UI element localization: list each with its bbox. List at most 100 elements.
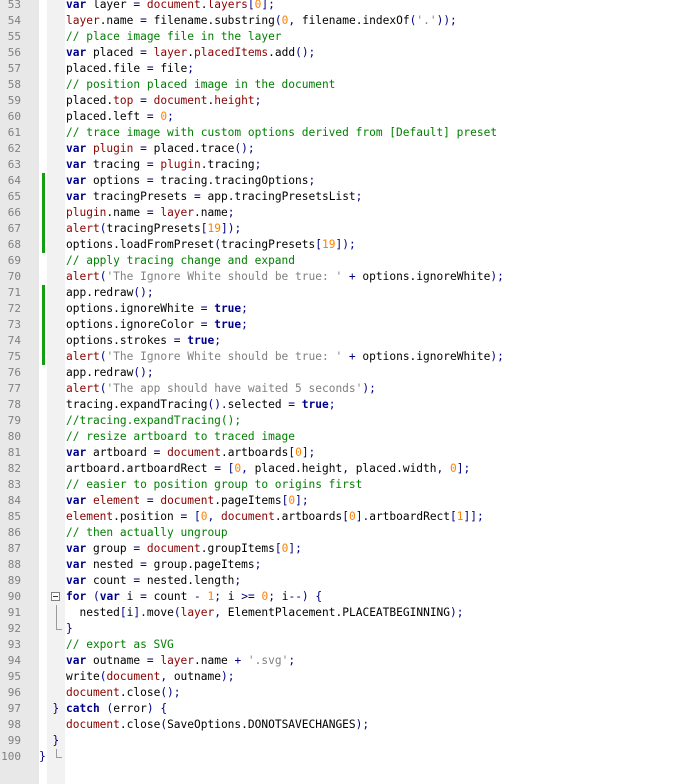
code-token: document (66, 718, 120, 731)
code-token: alert (66, 382, 100, 395)
code-line[interactable]: 93 // export as SVG (0, 637, 673, 653)
code-token: document (66, 686, 120, 699)
line-number: 61 (7, 126, 21, 139)
code-token: 'The Ignore White should be true: ' (106, 350, 343, 363)
code-line[interactable]: 90 for (var i = count - 1; i >= 0; i--) { (0, 589, 673, 605)
code-line[interactable]: 95 write(document, outname); (0, 669, 673, 685)
code-token: ]. (133, 606, 147, 619)
code-token: placed.width (355, 462, 437, 475)
line-number: 71 (7, 286, 21, 299)
code-line[interactable]: 65 var tracingPresets = app.tracingPreset… (0, 189, 673, 205)
code-line[interactable]: 80 // resize artboard to traced image (0, 429, 673, 445)
code-line[interactable]: 82 artboard.artboardRect = [0, placed.hei… (0, 461, 673, 477)
code-line[interactable]: 85 element.position = [0, document.artboa… (0, 509, 673, 525)
code-token: write (66, 670, 100, 683)
code-line[interactable]: 58 // position placed image in the docume… (0, 77, 673, 93)
code-token: artboardRect (369, 510, 451, 523)
code-line[interactable]: 72 options.ignoreWhite = true; (0, 301, 673, 317)
code-line[interactable]: 100} (0, 749, 673, 765)
code-area[interactable]: 53 var layer = document.layers[0]; 54 layer… (0, 0, 673, 765)
code-token: options (92, 174, 147, 187)
code-token: (); (133, 286, 154, 299)
code-line[interactable]: 61 // trace image with custom options der… (0, 125, 673, 141)
code-line[interactable]: 55 // place image file in the layer (0, 29, 673, 45)
code-line[interactable]: 81 var artboard = document.artboards[0]; (0, 445, 673, 461)
code-text: // apply tracing change and expand (66, 253, 295, 269)
code-line[interactable]: 62 var plugin = placed.trace(); (0, 141, 673, 157)
code-token: placed.file (66, 62, 147, 75)
code-text: var tracingPresets = app.tracingPresetsL… (66, 189, 362, 205)
code-token: layer (153, 46, 188, 59)
code-token: top (113, 94, 134, 107)
code-token: count (153, 590, 195, 603)
fold-toggle-icon[interactable] (51, 592, 60, 601)
code-editor[interactable]: 53 var layer = document.layers[0]; 54 layer… (0, 0, 673, 784)
line-number: 92 (7, 622, 21, 635)
code-line[interactable]: 60 placed.left = 0; (0, 109, 673, 125)
line-number: 100 (1, 750, 21, 763)
code-line[interactable]: 92} (0, 621, 673, 637)
code-line[interactable]: 91 nested[i].move(layer, ElementPlacemen… (0, 605, 673, 621)
code-line[interactable]: 69 // apply tracing change and expand (0, 253, 673, 269)
code-line[interactable]: 88 var nested = group.pageItems; (0, 557, 673, 573)
code-token: layer (66, 14, 100, 27)
code-token: placed.height (254, 462, 343, 475)
line-number: 85 (7, 510, 21, 523)
code-line[interactable]: 66 plugin.name = layer.name; (0, 205, 673, 221)
code-token: nested.length (146, 574, 235, 587)
code-line[interactable]: 97} catch (error) { (0, 701, 673, 717)
line-number: 97 (7, 702, 21, 715)
code-token: var (66, 174, 93, 187)
code-line[interactable]: 84 var element = document.pageItems[0]; (0, 493, 673, 509)
code-line[interactable]: 99} (0, 733, 673, 749)
code-line[interactable]: 89 var count = nested.length; (0, 573, 673, 589)
code-line[interactable]: 67 alert(tracingPresets[19]); (0, 221, 673, 237)
code-line[interactable]: 74 options.strokes = true; (0, 333, 673, 349)
line-number: 55 (7, 30, 21, 43)
code-token: options.ignoreWhite (66, 302, 201, 315)
code-line[interactable]: 86 // then actually ungroup (0, 525, 673, 541)
code-token: // export as SVG (66, 638, 174, 651)
line-number: 96 (7, 686, 21, 699)
code-token: filename.substring (153, 14, 275, 27)
code-line[interactable]: 70 alert('The Ignore White should be true… (0, 269, 673, 285)
code-line[interactable]: 57 placed.file = file; (0, 61, 673, 77)
code-line[interactable]: 75 alert('The Ignore White should be true… (0, 349, 673, 365)
code-line[interactable]: 56 var placed = layer.placedItems.add(); (0, 45, 673, 61)
code-token: .groupItems (200, 542, 275, 555)
code-line[interactable]: 76 app.redraw(); (0, 365, 673, 381)
code-line[interactable]: 79 //tracing.expandTracing(); (0, 413, 673, 429)
code-token: ElementPlacement.PLACEATBEGINNING (227, 606, 451, 619)
line-number: 93 (7, 638, 21, 651)
code-line[interactable]: 78 tracing.expandTracing().selected = tru… (0, 397, 673, 413)
code-line[interactable]: 96 document.close(); (0, 685, 673, 701)
code-text: options.ignoreColor = true; (66, 317, 248, 333)
code-line[interactable]: 77 alert('The app should have waited 5 se… (0, 381, 673, 397)
code-line[interactable]: 87 var group = document.groupItems[0]; (0, 541, 673, 557)
code-token: true (187, 334, 215, 347)
line-number: 65 (7, 190, 21, 203)
change-marker (42, 301, 45, 317)
line-number: 62 (7, 142, 21, 155)
code-line[interactable]: 53 var layer = document.layers[0]; (0, 0, 673, 13)
code-token: , (207, 510, 221, 523)
code-token: ; (254, 158, 262, 171)
code-line[interactable]: 64 var options = tracing.tracingOptions; (0, 173, 673, 189)
code-token: (); (234, 142, 255, 155)
code-line[interactable]: 71 app.redraw(); (0, 285, 673, 301)
code-line[interactable]: 83 // easier to position group to origins… (0, 477, 673, 493)
code-line[interactable]: 98 document.close(SaveOptions.DONOTSAVECH… (0, 717, 673, 733)
code-line[interactable]: 54 layer.name = filename.substring(0, fil… (0, 13, 673, 29)
code-token: + (234, 654, 248, 667)
code-line[interactable]: 68 options.loadFromPreset(tracingPresets[… (0, 237, 673, 253)
line-number: 63 (7, 158, 21, 171)
code-line[interactable]: 63 var tracing = plugin.tracing; (0, 157, 673, 173)
code-token: ; (288, 654, 296, 667)
code-token: ]; (301, 446, 316, 459)
code-line[interactable]: 94 var outname = layer.name + '.svg'; (0, 653, 673, 669)
code-token: 0 (450, 462, 457, 475)
code-line[interactable]: 73 options.ignoreColor = true; (0, 317, 673, 333)
code-token: layer (160, 206, 195, 219)
code-line[interactable]: 59 placed.top = document.height; (0, 93, 673, 109)
line-number: 84 (7, 494, 21, 507)
